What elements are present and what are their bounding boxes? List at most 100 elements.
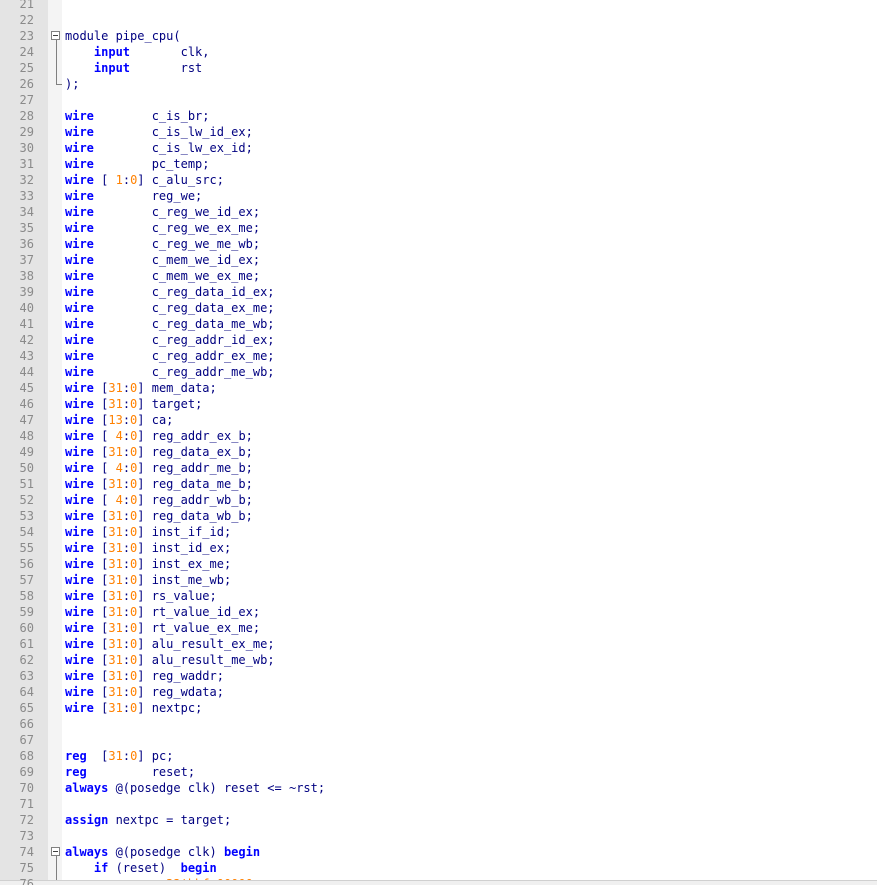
code-line[interactable]: wire c_reg_addr_ex_me;: [65, 348, 275, 364]
code-token: [: [93, 653, 109, 667]
code-line[interactable]: wire c_reg_we_ex_me;: [65, 220, 260, 236]
code-token: :: [122, 381, 131, 395]
line-number: 71: [19, 797, 34, 811]
code-token: :: [122, 509, 131, 523]
horizontal-scrollbar[interactable]: [0, 880, 877, 885]
code-token: c_reg_data_ex_me;: [93, 301, 275, 315]
line-number: 72: [19, 813, 34, 827]
code-line[interactable]: wire pc_temp;: [65, 156, 210, 172]
code-line[interactable]: module pipe_cpu(: [65, 28, 181, 44]
line-number: 62: [19, 653, 34, 667]
keyword-token: wire: [65, 509, 94, 523]
code-line[interactable]: );: [65, 76, 79, 92]
code-token: [: [93, 525, 109, 539]
line-number: 45: [19, 381, 34, 395]
code-line[interactable]: wire c_is_br;: [65, 108, 210, 124]
number-token: 13: [108, 413, 123, 427]
line-number: 66: [19, 717, 34, 731]
code-token: [: [93, 701, 109, 715]
code-line[interactable]: wire [31:0] target;: [65, 396, 202, 412]
code-line[interactable]: wire [31:0] reg_wdata;: [65, 684, 224, 700]
code-line[interactable]: wire [31:0] reg_data_wb_b;: [65, 508, 253, 524]
code-line[interactable]: wire [31:0] alu_result_ex_me;: [65, 636, 275, 652]
fold-collapse-icon[interactable]: [51, 31, 60, 40]
code-line[interactable]: wire [31:0] rs_value;: [65, 588, 217, 604]
keyword-token: if: [93, 861, 109, 875]
code-line[interactable]: wire c_reg_addr_id_ex;: [65, 332, 275, 348]
code-token: c_reg_we_ex_me;: [93, 221, 261, 235]
keyword-token: wire: [65, 221, 94, 235]
number-token: 31: [108, 557, 123, 571]
number-token: 31: [108, 605, 123, 619]
fold-margin[interactable]: [48, 0, 62, 885]
code-line[interactable]: wire c_reg_we_id_ex;: [65, 204, 260, 220]
code-line[interactable]: wire c_is_lw_id_ex;: [65, 124, 253, 140]
code-token: reset;: [86, 765, 196, 779]
code-line[interactable]: wire c_is_lw_ex_id;: [65, 140, 253, 156]
keyword-token: wire: [65, 365, 94, 379]
code-line[interactable]: wire [31:0] inst_me_wb;: [65, 572, 231, 588]
code-token: (reset): [108, 861, 181, 875]
line-number: 68: [19, 749, 34, 763]
code-line[interactable]: wire [ 4:0] reg_addr_me_b;: [65, 460, 253, 476]
code-line[interactable]: wire c_mem_we_ex_me;: [65, 268, 260, 284]
code-line[interactable]: wire [31:0] alu_result_me_wb;: [65, 652, 275, 668]
code-line[interactable]: wire [31:0] rt_value_id_ex;: [65, 604, 260, 620]
number-token: 31: [108, 749, 123, 763]
code-line[interactable]: wire [ 4:0] reg_addr_wb_b;: [65, 492, 253, 508]
keyword-token: wire: [65, 205, 94, 219]
code-line[interactable]: wire c_reg_addr_me_wb;: [65, 364, 275, 380]
number-token: 31: [108, 541, 123, 555]
code-token: nextpc = target;: [108, 813, 232, 827]
keyword-token: wire: [65, 653, 94, 667]
code-line[interactable]: wire [31:0] inst_id_ex;: [65, 540, 231, 556]
code-line[interactable]: wire [31:0] nextpc;: [65, 700, 202, 716]
code-line[interactable]: wire c_reg_data_ex_me;: [65, 300, 275, 316]
line-number: 27: [19, 93, 34, 107]
code-line[interactable]: wire [ 4:0] reg_addr_ex_b;: [65, 428, 253, 444]
code-line[interactable]: input clk,: [65, 44, 210, 60]
code-line[interactable]: always @(posedge clk) reset <= ~rst;: [65, 780, 325, 796]
code-line[interactable]: reg reset;: [65, 764, 195, 780]
code-token: c_reg_addr_me_wb;: [93, 365, 275, 379]
code-line[interactable]: wire reg_we;: [65, 188, 202, 204]
code-line[interactable]: input rst: [65, 60, 202, 76]
code-line[interactable]: always @(posedge clk) begin: [65, 844, 260, 860]
code-line[interactable]: wire [31:0] rt_value_ex_me;: [65, 620, 260, 636]
code-line[interactable]: wire [31:0] reg_waddr;: [65, 668, 224, 684]
line-number: 67: [19, 733, 34, 747]
code-line[interactable]: wire c_reg_data_me_wb;: [65, 316, 275, 332]
number-token: 31: [108, 525, 123, 539]
code-token: ] inst_id_ex;: [137, 541, 232, 555]
code-token: ] pc;: [137, 749, 174, 763]
code-line[interactable]: wire [31:0] inst_ex_me;: [65, 556, 231, 572]
keyword-token: wire: [65, 269, 94, 283]
code-token: module pipe_cpu(: [65, 29, 181, 43]
code-line[interactable]: wire c_reg_data_id_ex;: [65, 284, 275, 300]
code-line[interactable]: if (reset) begin: [65, 860, 217, 876]
code-line[interactable]: wire [31:0] reg_data_me_b;: [65, 476, 253, 492]
line-number: 76: [19, 877, 34, 885]
code-token: :: [122, 685, 131, 699]
code-line[interactable]: wire [13:0] ca;: [65, 412, 173, 428]
line-number: 70: [19, 781, 34, 795]
code-token: [: [93, 493, 116, 507]
code-line[interactable]: assign nextpc = target;: [65, 812, 231, 828]
line-number: 69: [19, 765, 34, 779]
code-line[interactable]: reg [31:0] pc;: [65, 748, 173, 764]
line-number: 28: [19, 109, 34, 123]
code-editor[interactable]: module pipe_cpu( input clk, input rst); w…: [0, 0, 877, 885]
line-number: 24: [19, 45, 34, 59]
code-line[interactable]: wire [ 1:0] c_alu_src;: [65, 172, 224, 188]
keyword-token: wire: [65, 525, 94, 539]
code-line[interactable]: wire [31:0] reg_data_ex_b;: [65, 444, 253, 460]
code-token: ] reg_addr_ex_b;: [137, 429, 253, 443]
keyword-token: wire: [65, 445, 94, 459]
code-line[interactable]: wire [31:0] inst_if_id;: [65, 524, 231, 540]
number-token: 4: [115, 493, 123, 507]
number-token: 1: [115, 173, 123, 187]
code-line[interactable]: wire c_mem_we_id_ex;: [65, 252, 260, 268]
fold-collapse-icon[interactable]: [51, 847, 60, 856]
code-line[interactable]: wire [31:0] mem_data;: [65, 380, 217, 396]
code-line[interactable]: wire c_reg_we_me_wb;: [65, 236, 260, 252]
